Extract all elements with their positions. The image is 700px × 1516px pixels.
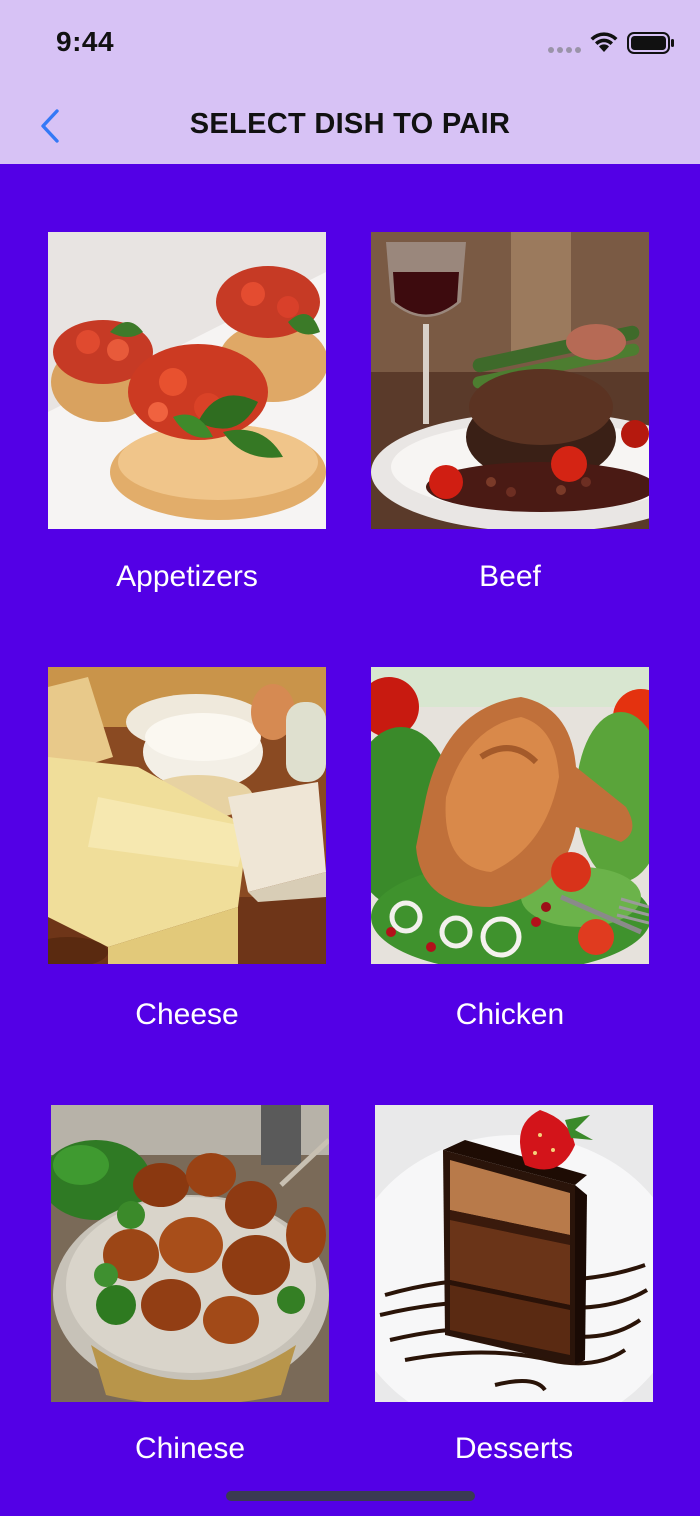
nav-bar: SELECT DISH TO PAIR	[0, 88, 700, 164]
dish-label-chicken: Chicken	[455, 998, 565, 1031]
dish-label-appetizers: Appetizers	[116, 560, 258, 593]
battery-icon	[627, 32, 674, 54]
cheese-image	[48, 667, 326, 964]
status-time: 9:44	[56, 26, 115, 57]
chinese-image	[51, 1105, 329, 1402]
status-bar: 9:44	[0, 0, 700, 88]
appetizers-image	[48, 232, 326, 529]
signal-icon	[548, 47, 581, 53]
page-title: SELECT DISH TO PAIR	[189, 108, 511, 140]
dish-label-cheese: Cheese	[135, 998, 239, 1031]
dish-label-beef: Beef	[479, 560, 541, 593]
home-indicator[interactable]	[226, 1491, 475, 1501]
dish-label-chinese: Chinese	[134, 1432, 246, 1465]
back-button[interactable]	[30, 102, 70, 150]
chevron-left-icon	[41, 109, 59, 143]
beef-image	[371, 232, 649, 529]
dish-label-desserts: Desserts	[454, 1432, 574, 1465]
chicken-image	[371, 667, 649, 964]
wifi-icon	[590, 32, 618, 52]
desserts-image	[375, 1105, 653, 1402]
